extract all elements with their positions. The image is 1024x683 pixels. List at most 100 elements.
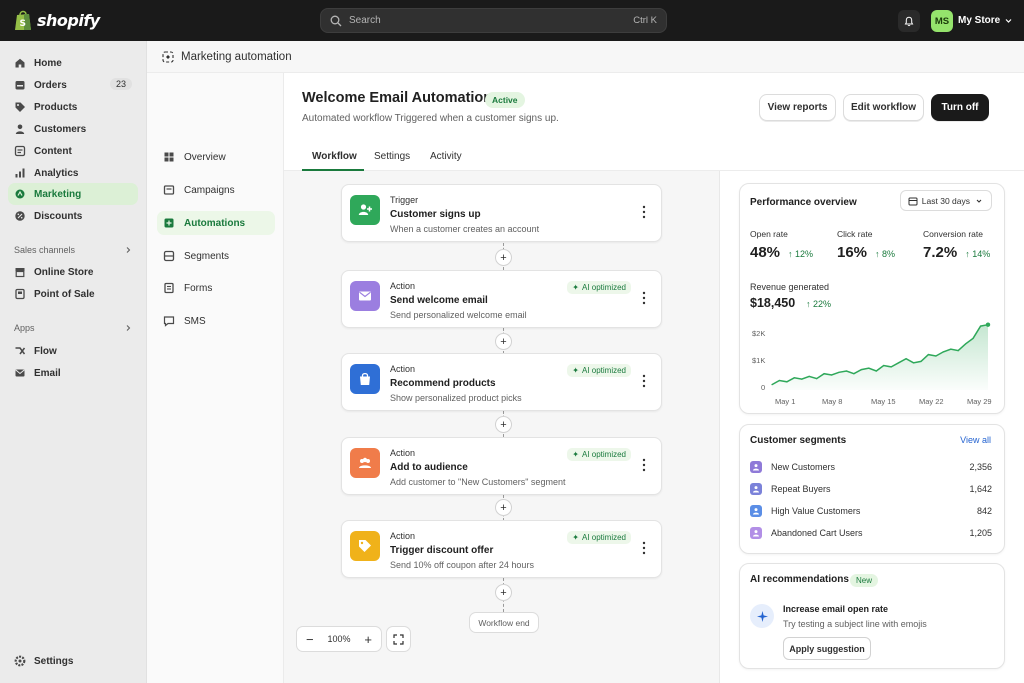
add-step-button[interactable]: + (495, 333, 512, 350)
metric-value: 7.2% (923, 244, 958, 261)
subnav-item-campaigns[interactable]: Campaigns (157, 178, 275, 202)
sales-channels-section[interactable]: Sales channels (14, 245, 132, 255)
sidebar-item-analytics[interactable]: Analytics (8, 162, 138, 184)
tab-workflow[interactable]: Workflow (312, 151, 357, 162)
apply-suggestion-button[interactable]: Apply suggestion (783, 637, 871, 660)
revenue-point (786, 381, 788, 383)
card-title: Customer segments (750, 435, 847, 446)
workflow-node-recommend-products[interactable]: Action Recommend products Show personali… (341, 353, 662, 411)
sidebar-item-flow[interactable]: Flow (8, 340, 138, 362)
revenue-area (772, 324, 988, 390)
zoom-out-button[interactable]: − (306, 632, 314, 647)
add-step-button[interactable]: + (495, 499, 512, 516)
search-placeholder: Search (349, 15, 381, 26)
turn-off-button[interactable]: Turn off (931, 94, 989, 121)
sidebar-item-point-of-sale[interactable]: Point of Sale (8, 283, 138, 305)
content-icon (14, 145, 26, 157)
sidebar-item-label: Point of Sale (34, 288, 95, 300)
segment-name: New Customers (771, 462, 836, 472)
sidebar-item-settings[interactable]: Settings (8, 650, 138, 672)
tab-settings[interactable]: Settings (374, 151, 410, 162)
apps-section[interactable]: Apps (14, 323, 132, 333)
sidebar-item-discounts[interactable]: Discounts (8, 205, 138, 227)
metric-label: Open rate (750, 229, 788, 239)
subnav-item-overview[interactable]: Overview (157, 145, 275, 169)
revenue-point (898, 362, 900, 364)
sidebar-item-content[interactable]: Content (8, 140, 138, 162)
fit-to-screen-button[interactable] (386, 626, 411, 652)
notifications-button[interactable] (898, 10, 920, 32)
sidebar-item-label: Content (34, 145, 72, 157)
sidebar-item-home[interactable]: Home (8, 52, 138, 74)
y-tick-label: $2K (752, 329, 766, 338)
revenue-point (823, 373, 825, 375)
add-step-button[interactable]: + (495, 416, 512, 433)
brand-name: shopify (37, 10, 100, 30)
revenue-point (831, 374, 833, 376)
zoom-in-button[interactable]: + (364, 632, 372, 647)
metric-label: Conversion rate (923, 229, 984, 239)
metric-open-rate: Open rate 48% ↑ 12% (750, 229, 813, 261)
subnav-item-forms[interactable]: Forms (157, 276, 275, 300)
node-title: Send welcome email (390, 295, 488, 306)
sidebar-item-marketing[interactable]: Marketing (8, 183, 138, 205)
shopify-logo[interactable]: S shopify (14, 9, 100, 31)
sidebar-item-label: Products (34, 101, 78, 113)
sidebar-item-customers[interactable]: Customers (8, 118, 138, 140)
revenue-point (808, 375, 810, 377)
node-icon-box (350, 364, 380, 394)
add-step-button[interactable]: + (495, 584, 512, 601)
more-options-icon[interactable] (641, 291, 647, 305)
add-step-button[interactable]: + (495, 249, 512, 266)
tag-icon (15, 102, 25, 112)
more-options-icon[interactable] (641, 205, 647, 219)
segment-row[interactable]: High Value Customers 842 (750, 504, 992, 518)
subnav-item-sms[interactable]: SMS (157, 309, 275, 333)
more-options-icon[interactable] (641, 374, 647, 388)
segment-row[interactable]: Repeat Buyers 1,642 (750, 482, 992, 496)
sidebar-item-email[interactable]: Email (8, 362, 138, 384)
subnav-item-segments[interactable]: Segments (157, 244, 275, 268)
search-bar[interactable]: Search Ctrl K (320, 8, 667, 33)
view-all-link[interactable]: View all (960, 435, 991, 445)
avatar[interactable]: MS (931, 10, 953, 32)
search-shortcut: Ctrl K (633, 15, 657, 26)
subnav-item-automations[interactable]: Automations (157, 211, 275, 235)
performance-card: Performance overview Last 30 days Open r… (739, 183, 1005, 414)
view-reports-button[interactable]: View reports (759, 94, 836, 121)
more-options-icon[interactable] (641, 541, 647, 555)
segment-row[interactable]: Abandoned Cart Users 1,205 (750, 526, 992, 540)
zoom-level: 100% (327, 634, 351, 644)
revenue-value: $18,450 (750, 296, 796, 310)
workflow-node-send-email[interactable]: Action Send welcome email Send personali… (341, 270, 662, 328)
revenue-point (905, 358, 907, 360)
workflow-end-node[interactable]: Workflow end (469, 612, 539, 633)
date-range-picker[interactable]: Last 30 days (899, 190, 992, 211)
sidebar-item-online-store[interactable]: Online Store (8, 261, 138, 283)
person-icon (753, 486, 759, 493)
sidebar-item-products[interactable]: Products (8, 96, 138, 118)
sidebar-item-label: Analytics (34, 167, 79, 179)
date-range-label: Last 30 days (921, 195, 970, 206)
top-bar: S shopify Search Ctrl K MS My Store (0, 0, 1024, 41)
segment-row[interactable]: New Customers 2,356 (750, 460, 992, 474)
node-icon-box (350, 195, 380, 225)
more-options-icon[interactable] (641, 458, 647, 472)
node-kind: Trigger (390, 195, 419, 205)
store-menu[interactable]: My Store (958, 15, 1013, 26)
chevron-down-icon (976, 199, 982, 203)
workflow-node-add-to-audience[interactable]: Action Add to audience Add customer to "… (341, 437, 662, 495)
revenue-point (980, 325, 982, 327)
node-description: Send personalized welcome email (390, 310, 527, 320)
status-badge: Active (485, 92, 525, 108)
tab-activity[interactable]: Activity (430, 151, 462, 162)
metric-change-value: 14% (972, 249, 991, 259)
workflow-node-discount-offer[interactable]: Action Trigger discount offer Send 10% o… (341, 520, 662, 578)
campaigns-icon (163, 185, 175, 195)
ai-optimized-badge: ✦ AI optimized (567, 281, 631, 294)
node-title: Recommend products (390, 378, 496, 389)
sidebar-item-orders[interactable]: Orders 23 (8, 74, 138, 96)
edit-workflow-button[interactable]: Edit workflow (843, 94, 924, 121)
sidebar-item-label: Marketing (34, 188, 82, 200)
workflow-node-trigger[interactable]: Trigger Customer signs up When a custome… (341, 184, 662, 242)
